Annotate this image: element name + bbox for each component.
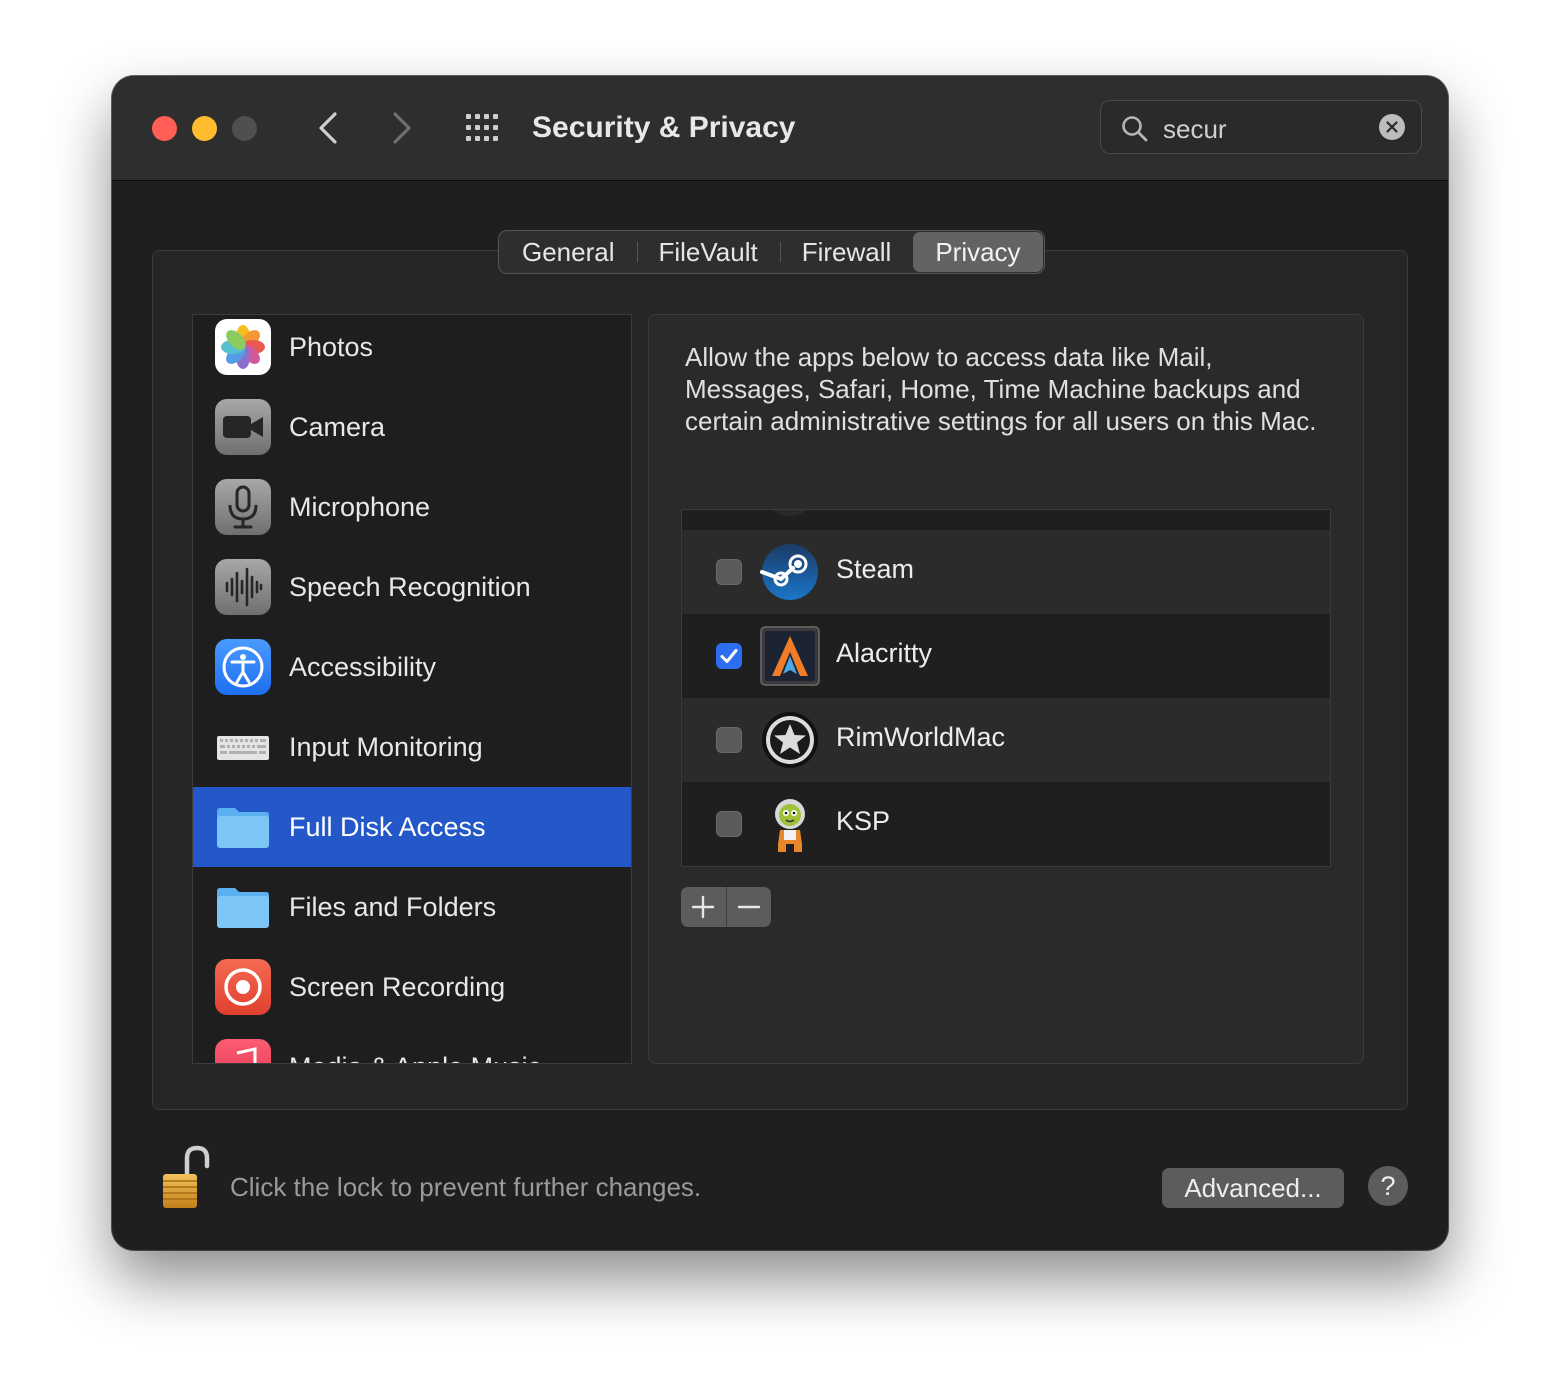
advanced-button[interactable]: Advanced...	[1162, 1168, 1344, 1208]
app-name: KSP	[836, 806, 891, 836]
steam-icon	[760, 544, 818, 600]
ksp-checkbox[interactable]	[716, 811, 742, 837]
sidebar-item-label: Camera	[289, 411, 386, 442]
sidebar-item-label: Microphone	[289, 491, 431, 522]
minimize-button[interactable]	[192, 116, 217, 141]
rimworldmac-checkbox[interactable]	[716, 727, 742, 753]
rimworld-icon	[762, 712, 818, 768]
music-icon	[215, 1039, 271, 1063]
ksp-icon	[775, 799, 805, 852]
remove-app-button[interactable]	[725, 887, 772, 927]
sidebar-item-screen-recording[interactable]: Screen Recording	[193, 947, 631, 1027]
plus-icon	[692, 895, 715, 919]
title-bar: Security & Privacy	[112, 76, 1448, 181]
photos-icon	[215, 319, 271, 375]
sidebar-item-input-monitoring[interactable]: Input Monitoring	[193, 707, 631, 787]
app-row-steam[interactable]: Steam	[682, 530, 1330, 614]
grid-icon	[466, 114, 498, 141]
app-row-rimworldmac[interactable]: RimWorldMac	[682, 698, 1330, 782]
sidebar-item-label: Input Monitoring	[289, 731, 483, 762]
search-input[interactable]	[1161, 109, 1365, 149]
sidebar-item-photos[interactable]: Photos	[193, 315, 631, 387]
unlocked-padlock-icon	[163, 1145, 210, 1208]
app-row-ksp[interactable]: KSP	[682, 782, 1330, 866]
minus-icon	[737, 905, 760, 909]
sidebar-item-label: Full Disk Access	[289, 811, 486, 842]
microphone-icon	[215, 479, 271, 535]
zoom-button[interactable]	[232, 116, 257, 141]
sidebar-item-microphone[interactable]: Microphone	[193, 467, 631, 547]
sidebar-item-accessibility[interactable]: Accessibility	[193, 627, 631, 707]
chevron-right-icon	[393, 112, 411, 144]
app-name: Steam	[836, 554, 915, 584]
chevron-left-icon	[319, 112, 337, 144]
lock-button[interactable]	[160, 1144, 212, 1212]
tab-filevault[interactable]: FileVault	[636, 232, 780, 272]
add-remove-control	[681, 887, 771, 927]
accessibility-icon	[215, 639, 271, 695]
sidebar-item-camera[interactable]: Camera	[193, 387, 631, 467]
alacritty-checkbox[interactable]	[716, 643, 742, 669]
sidebar-item-speech-recognition[interactable]: Speech Recognition	[193, 547, 631, 627]
privacy-category-list[interactable]: Photos Camera Microphone Speech Recognit…	[192, 314, 632, 1064]
checkmark-icon	[720, 649, 738, 663]
help-button[interactable]: ?	[1368, 1166, 1408, 1206]
close-button[interactable]	[152, 116, 177, 141]
app-name: Alacritty	[836, 638, 933, 668]
add-app-button[interactable]	[681, 887, 726, 927]
list-item	[682, 510, 1330, 530]
alacritty-icon	[760, 626, 820, 686]
sidebar-item-full-disk-access[interactable]: Full Disk Access	[193, 787, 631, 867]
sidebar-item-label: Media & Apple Music	[289, 1052, 541, 1064]
app-name: RimWorldMac	[836, 722, 1006, 752]
forward-button[interactable]	[382, 108, 422, 148]
back-button[interactable]	[308, 108, 348, 148]
folder-icon	[215, 799, 271, 855]
sidebar-item-label: Accessibility	[289, 651, 437, 682]
window-title: Security & Privacy	[532, 111, 796, 144]
clear-search-button[interactable]	[1379, 114, 1405, 140]
full-disk-access-panel: Allow the apps below to access data like…	[648, 314, 1364, 1064]
sidebar-item-media-apple-music[interactable]: Media & Apple Music	[193, 1027, 631, 1064]
close-icon	[1386, 121, 1398, 133]
app-row-alacritty[interactable]: Alacritty	[682, 614, 1330, 698]
tab-firewall[interactable]: Firewall	[779, 232, 914, 272]
app-list[interactable]: Steam Alacritty RimWorldMac KSP	[681, 509, 1331, 867]
sidebar-item-files-and-folders[interactable]: Files and Folders	[193, 867, 631, 947]
app-icon	[772, 510, 808, 516]
sidebar-item-label: Files and Folders	[289, 891, 497, 922]
search-icon	[1122, 116, 1148, 142]
steam-checkbox[interactable]	[716, 559, 742, 585]
sidebar-item-label: Screen Recording	[289, 971, 506, 1002]
speech-recognition-icon	[215, 559, 271, 615]
tab-bar: General FileVault Firewall Privacy	[498, 230, 1045, 274]
search-field[interactable]	[1100, 100, 1422, 154]
keyboard-icon	[215, 719, 271, 775]
camera-icon	[215, 399, 271, 455]
preferences-window: Security & Privacy General FileVault Fir…	[112, 76, 1448, 1250]
tab-general[interactable]: General	[500, 232, 637, 272]
tab-privacy[interactable]: Privacy	[913, 232, 1043, 272]
show-all-button[interactable]	[464, 112, 504, 144]
screen-recording-icon	[215, 959, 271, 1015]
sidebar-item-label: Speech Recognition	[289, 571, 531, 602]
description-text: Allow the apps below to access data like…	[685, 342, 1317, 436]
folder-icon	[215, 879, 271, 935]
lock-status-text: Click the lock to prevent further change…	[230, 1172, 702, 1202]
sidebar-item-label: Photos	[289, 331, 374, 362]
